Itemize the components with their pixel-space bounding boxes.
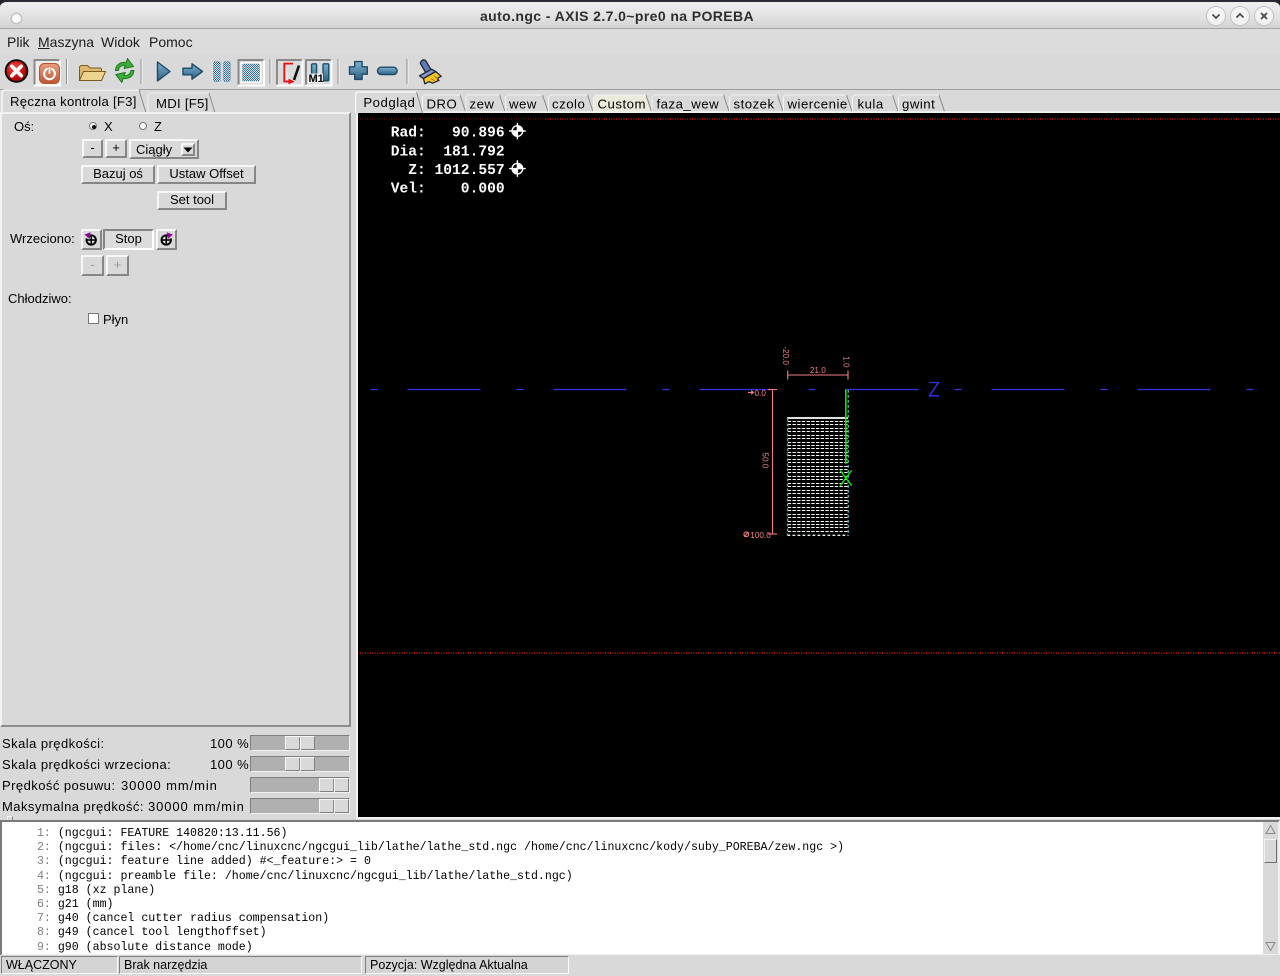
svg-text:Rad: 90.896: Rad: 90.896 <box>391 125 505 141</box>
svg-text:M1: M1 <box>309 73 324 85</box>
svg-text:Vel: 0.000: Vel: 0.000 <box>391 181 505 197</box>
svg-text:50.0: 50.0 <box>760 452 769 468</box>
svg-text:Dia: 181.792: Dia: 181.792 <box>391 144 505 160</box>
svg-text:Custom: Custom <box>598 97 646 112</box>
svg-text:zew: zew <box>470 97 495 112</box>
svg-text:DRO: DRO <box>427 97 458 112</box>
svg-text:wiercenie: wiercenie <box>787 97 848 112</box>
svg-text:Podgląd: Podgląd <box>363 95 415 110</box>
svg-text:gwint: gwint <box>902 97 935 112</box>
svg-text:wew: wew <box>508 97 537 112</box>
svg-text:-20.0: -20.0 <box>781 346 790 365</box>
svg-text:MDI [F5]: MDI [F5] <box>156 96 209 111</box>
svg-text:0.0: 0.0 <box>755 389 767 398</box>
svg-text:Ręczna kontrola [F3]: Ręczna kontrola [F3] <box>10 94 137 109</box>
svg-text:faza_wew: faza_wew <box>657 97 720 112</box>
svg-text:Z: 1012.557: Z: 1012.557 <box>391 163 505 179</box>
svg-text:stozek: stozek <box>734 97 775 112</box>
svg-text:1.0: 1.0 <box>842 356 851 368</box>
svg-text:czolo: czolo <box>552 97 585 112</box>
svg-text:kula: kula <box>858 97 884 112</box>
svg-text:21.0: 21.0 <box>810 366 826 375</box>
svg-text:100.0: 100.0 <box>750 531 771 540</box>
